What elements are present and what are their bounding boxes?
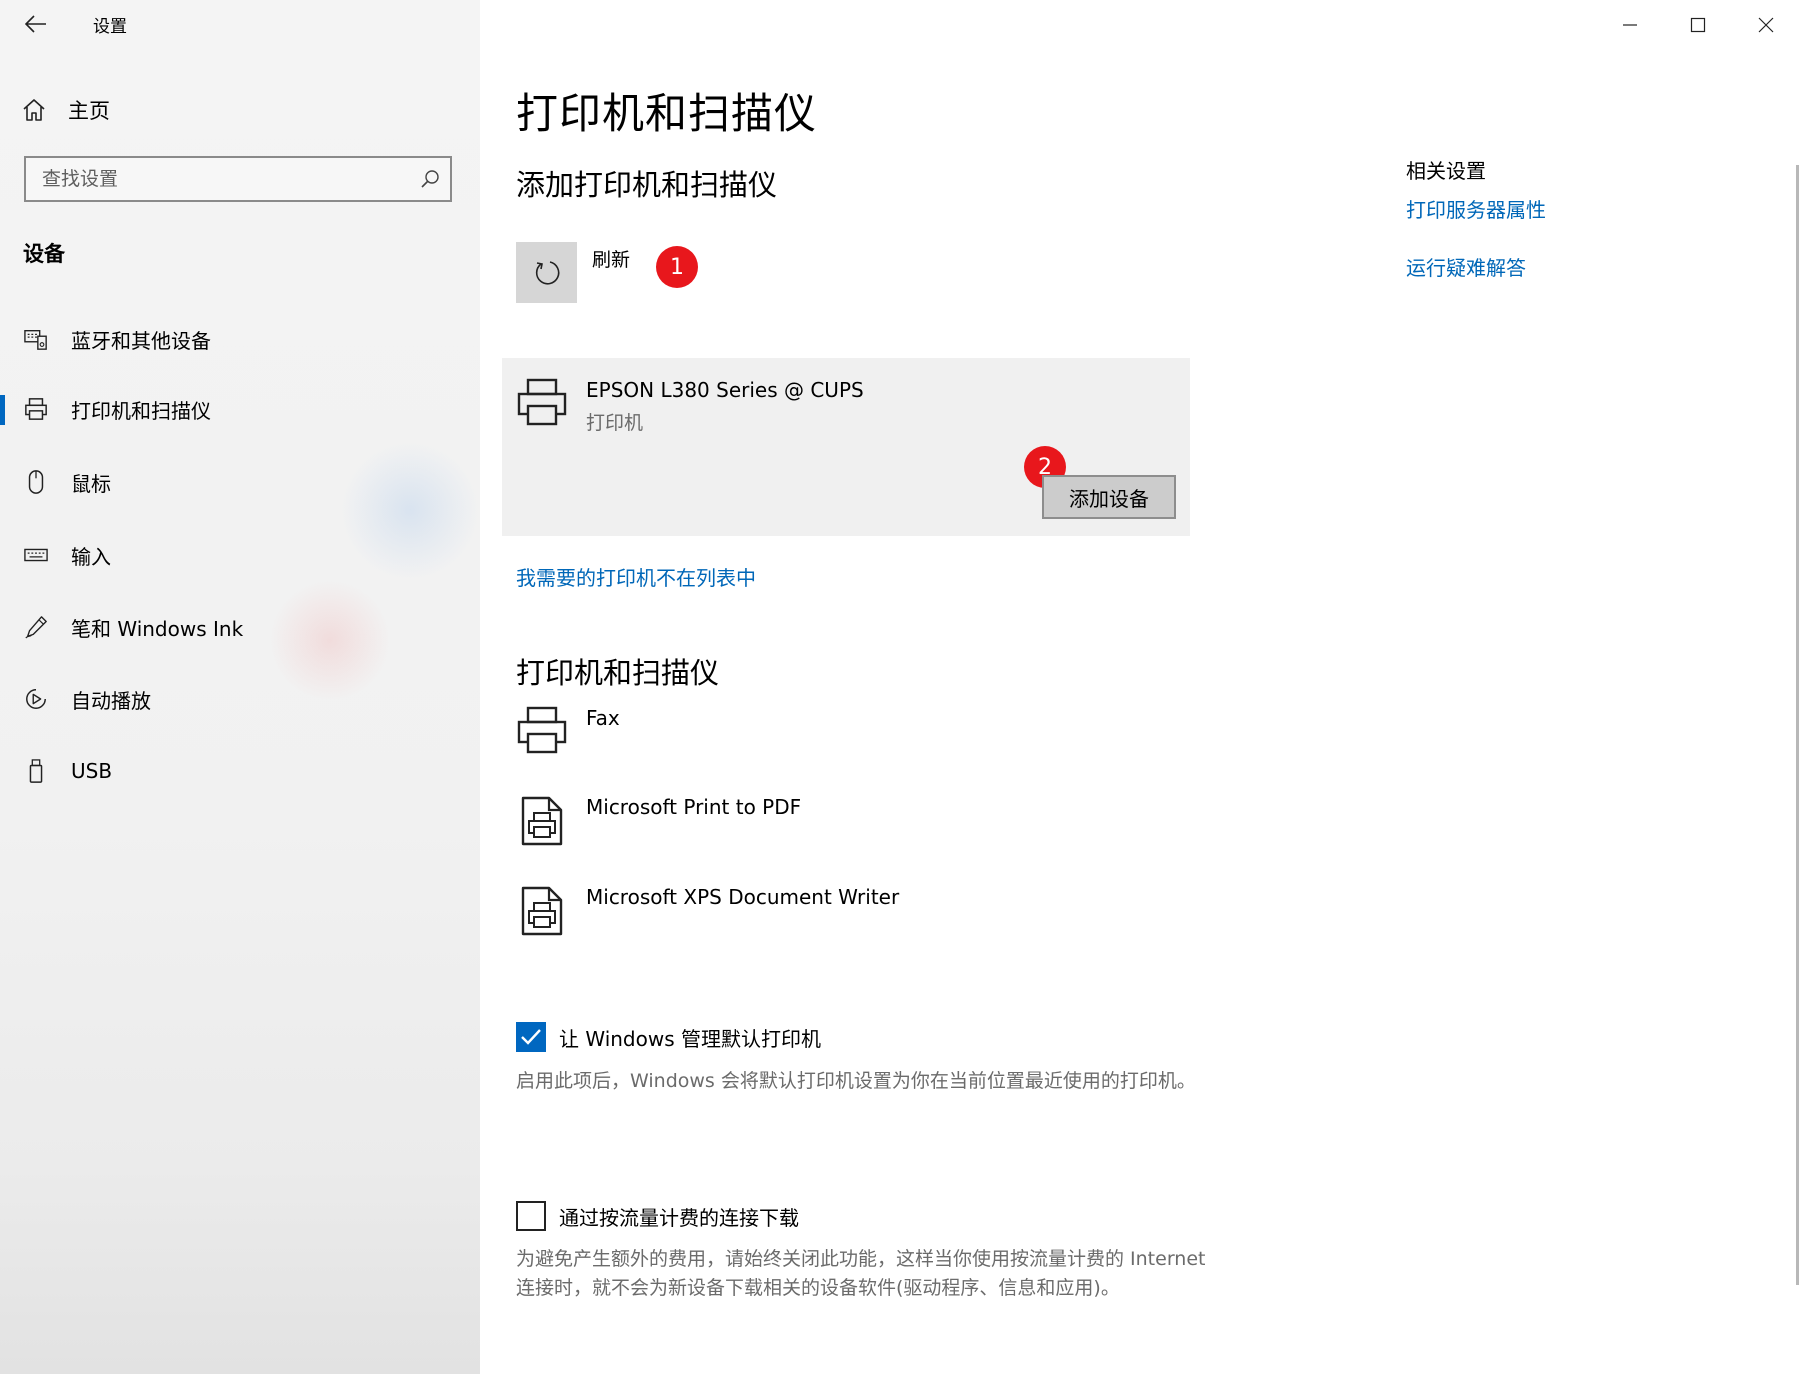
device-type: 打印机 — [586, 412, 644, 434]
maximize-button[interactable] — [1664, 0, 1732, 50]
sidebar-item-label: USB — [71, 759, 113, 783]
printer-name: Microsoft XPS Document Writer — [586, 885, 900, 909]
printer-item-fax[interactable]: Fax — [516, 706, 1116, 766]
checkbox-checked[interactable] — [516, 1022, 546, 1052]
printer-icon — [516, 706, 568, 762]
default-printer-description: 启用此项后，Windows 会将默认打印机设置为你在当前位置最近使用的打印机。 — [516, 1070, 1196, 1092]
sidebar-home[interactable]: 主页 — [22, 92, 110, 128]
print-server-properties-link[interactable]: 打印服务器属性 — [1406, 194, 1546, 223]
sidebar-item-label: 打印机和扫描仪 — [71, 398, 211, 423]
add-section-title: 添加打印机和扫描仪 — [516, 168, 778, 202]
printer-name: Microsoft Print to PDF — [586, 795, 802, 819]
autoplay-icon — [24, 686, 48, 712]
titlebar-left: 设置 — [0, 0, 480, 50]
sidebar-item-label: 输入 — [71, 544, 111, 569]
default-printer-toggle[interactable]: 让 Windows 管理默认打印机 — [516, 1022, 821, 1052]
printer-not-listed-link[interactable]: 我需要的打印机不在列表中 — [516, 562, 756, 591]
metered-download-description: 为避免产生额外的费用，请始终关闭此功能，这样当你使用按流量计费的 Interne… — [516, 1248, 1206, 1299]
close-icon — [1758, 17, 1774, 33]
scrollbar[interactable] — [1796, 165, 1799, 1285]
maximize-icon — [1690, 17, 1706, 33]
minimize-button[interactable] — [1596, 0, 1664, 50]
printer-icon — [24, 396, 48, 422]
printer-icon — [516, 376, 568, 432]
default-printer-label: 让 Windows 管理默认打印机 — [559, 1026, 821, 1051]
step-badge-1: 1 — [656, 246, 698, 288]
device-name: EPSON L380 Series @ CUPS — [586, 378, 864, 402]
page-title: 打印机和扫描仪 — [516, 89, 818, 138]
printers-section-title: 打印机和扫描仪 — [516, 656, 720, 690]
related-settings-title: 相关设置 — [1406, 159, 1486, 183]
troubleshoot-link[interactable]: 运行疑难解答 — [1406, 252, 1526, 281]
sidebar-item-label: 鼠标 — [71, 471, 111, 496]
checkbox-unchecked[interactable] — [516, 1201, 546, 1231]
search-input[interactable] — [26, 157, 410, 201]
search-icon[interactable] — [410, 169, 450, 189]
sidebar-section-title: 设备 — [23, 242, 65, 266]
sidebar-item-pen[interactable]: 笔和 Windows Ink — [0, 597, 480, 657]
checkmark-icon — [521, 1029, 541, 1045]
printer-name: Fax — [586, 706, 620, 730]
sidebar-item-label: 蓝牙和其他设备 — [71, 328, 211, 353]
sidebar-item-label: 笔和 Windows Ink — [71, 616, 244, 641]
sidebar-item-mouse[interactable]: 鼠标 — [0, 452, 480, 512]
mouse-icon — [24, 469, 48, 495]
pen-icon — [24, 614, 48, 640]
close-button[interactable] — [1732, 0, 1800, 50]
sidebar-item-usb[interactable]: USB — [0, 741, 480, 801]
bluetooth-devices-icon — [24, 326, 48, 352]
keyboard-icon — [24, 542, 48, 568]
refresh-button[interactable] — [516, 242, 577, 303]
sidebar-item-autoplay[interactable]: 自动播放 — [0, 669, 480, 729]
minimize-icon — [1623, 24, 1637, 26]
back-arrow-icon — [25, 15, 46, 33]
sidebar-item-label: 自动播放 — [71, 688, 151, 713]
back-button[interactable] — [16, 6, 56, 42]
document-printer-icon — [520, 885, 564, 941]
sidebar: 设置 主页 设备 蓝牙和其他设备 — [0, 0, 480, 1374]
refresh-label: 刷新 — [592, 249, 631, 271]
metered-download-label: 通过按流量计费的连接下载 — [559, 1205, 799, 1230]
sidebar-home-label: 主页 — [68, 99, 110, 123]
printer-item-xps-writer[interactable]: Microsoft XPS Document Writer — [516, 885, 1116, 945]
sidebar-item-printers[interactable]: 打印机和扫描仪 — [0, 379, 480, 439]
sidebar-item-bluetooth[interactable]: 蓝牙和其他设备 — [0, 309, 480, 369]
add-device-button[interactable]: 添加设备 — [1042, 475, 1176, 519]
found-device-card[interactable]: EPSON L380 Series @ CUPS 打印机 2 添加设备 — [502, 358, 1190, 536]
printer-item-print-to-pdf[interactable]: Microsoft Print to PDF — [516, 795, 1116, 855]
usb-icon — [24, 758, 48, 784]
refresh-icon — [535, 260, 559, 285]
document-printer-icon — [520, 795, 564, 851]
sidebar-item-typing[interactable]: 输入 — [0, 525, 480, 585]
metered-download-toggle[interactable]: 通过按流量计费的连接下载 — [516, 1201, 799, 1231]
home-icon — [23, 99, 45, 121]
app-title: 设置 — [93, 17, 127, 37]
search-box — [24, 156, 452, 202]
